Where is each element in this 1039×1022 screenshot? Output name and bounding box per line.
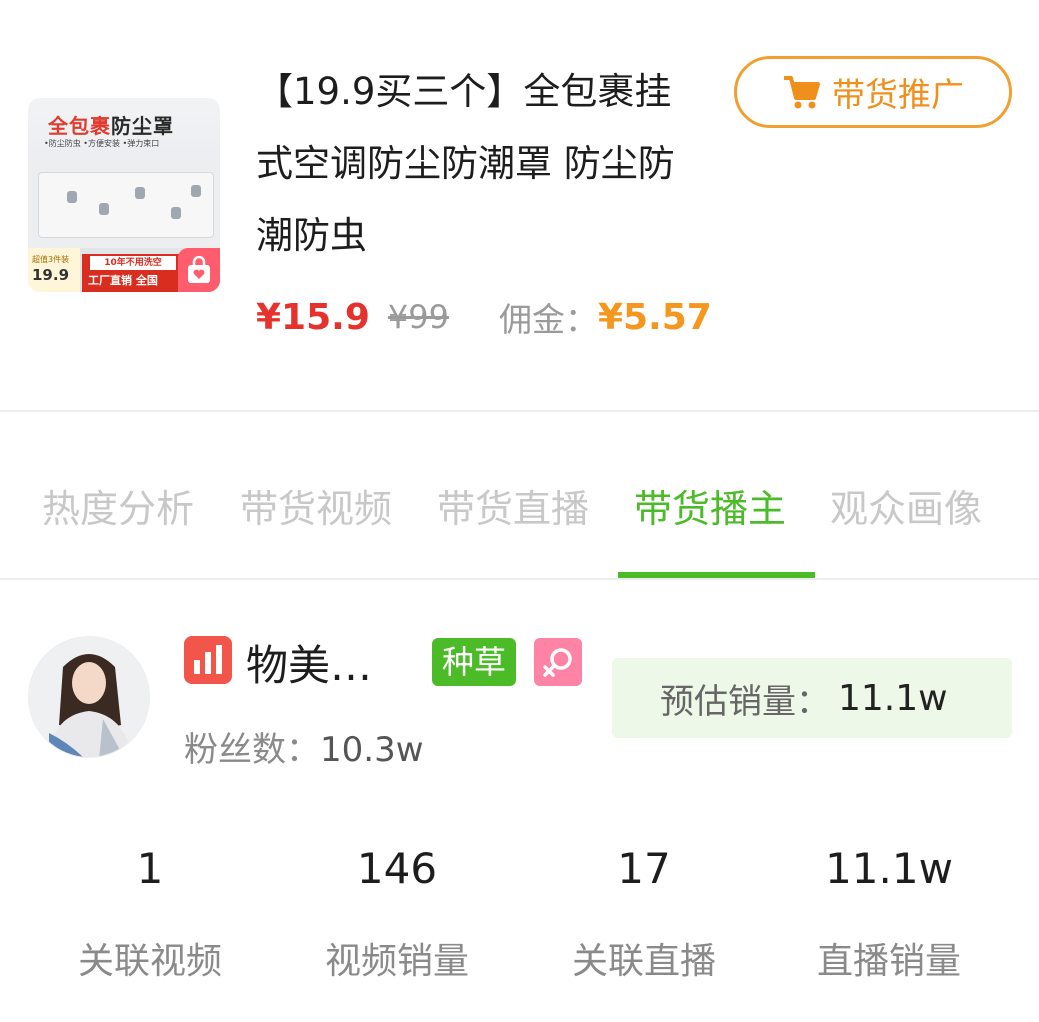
- product-thumbnail[interactable]: 全包裹防尘罩 •防尘防虫 •方便安装 •弹力束口 超值3件装 19.9 10年不…: [28, 98, 220, 292]
- anchor-name[interactable]: 物美…: [246, 632, 372, 693]
- thumbnail-promo-line1: 10年不用洗空: [90, 256, 176, 270]
- stat-related-videos-value: 1: [136, 844, 164, 893]
- rank-bars-icon: [184, 636, 232, 684]
- fans-value: 10.3w: [320, 730, 424, 770]
- tab-sales-videos[interactable]: 带货视频: [240, 478, 392, 538]
- stat-video-sales-value: 146: [356, 844, 438, 893]
- stat-related-livestreams-value: 17: [617, 844, 671, 893]
- tab-heat-analysis[interactable]: 热度分析: [42, 478, 194, 538]
- dust-cover-image: [38, 172, 214, 238]
- avatar[interactable]: [28, 636, 150, 758]
- thumbnail-promo-line2: 工厂直销 全国: [88, 274, 158, 287]
- estimated-sales-value: 11.1w: [838, 677, 948, 719]
- commission-value: ¥5.57: [597, 296, 712, 338]
- thumbnail-promo-price: 19.9: [32, 266, 70, 284]
- estimated-sales-label: 预估销量：: [660, 681, 830, 722]
- product-title[interactable]: 【19.9买三个】全包裹挂式空调防尘防潮罩 防尘防潮防虫: [256, 56, 676, 272]
- promote-button-label: 带货推广: [832, 75, 964, 114]
- category-tag-badge: 种草: [432, 638, 516, 686]
- thumbnail-tags: •防尘防虫 •方便安装 •弹力束口: [44, 139, 160, 148]
- tab-audience-profile[interactable]: 观众画像: [830, 478, 982, 538]
- stat-livestream-sales-label: 直播销量: [816, 941, 961, 982]
- female-gender-icon: [534, 638, 582, 686]
- product-card[interactable]: 全包裹防尘罩 •防尘防虫 •方便安装 •弹力束口 超值3件装 19.9 10年不…: [0, 0, 1039, 410]
- promote-button[interactable]: 带货推广: [734, 56, 1012, 128]
- original-price: ¥99: [387, 298, 449, 336]
- shopping-bag-icon: [178, 248, 220, 292]
- fans-label: 粉丝数：: [184, 730, 320, 770]
- stat-video-sales-label: 视频销量: [324, 941, 469, 982]
- stat-related-livestreams-label: 关联直播: [571, 941, 716, 982]
- thumbnail-promo-small: 超值3件装: [32, 255, 70, 264]
- estimated-sales-box: 预估销量： 11.1w: [612, 658, 1012, 738]
- current-price: ¥15.9: [256, 296, 370, 338]
- thumbnail-title: 全包裹防尘罩: [48, 114, 174, 138]
- tab-sales-anchors[interactable]: 带货播主: [634, 478, 786, 538]
- tabs-divider: [0, 578, 1039, 580]
- shopping-cart-icon: [784, 76, 820, 109]
- commission-label: 佣金：: [498, 300, 598, 339]
- price-row: ¥15.9 ¥99 佣金： ¥5.57: [256, 292, 712, 342]
- fans-count: 粉丝数：10.3w: [184, 722, 424, 771]
- tab-sales-livestreams[interactable]: 带货直播: [437, 478, 589, 538]
- stat-related-videos-label: 关联视频: [77, 941, 222, 982]
- stat-livestream-sales-value: 11.1w: [825, 844, 953, 893]
- tab-bar: 热度分析 带货视频 带货直播 带货播主 观众画像: [0, 412, 1039, 580]
